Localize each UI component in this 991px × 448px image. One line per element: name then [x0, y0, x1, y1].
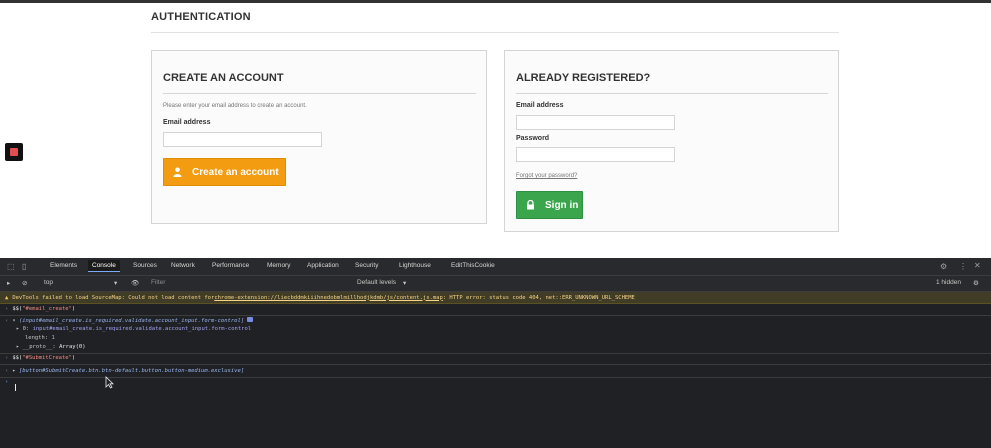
devtools-panel: ⬚ ▯ Elements Console Sources Network Per…	[0, 258, 991, 448]
close-icon[interactable]: ✕	[974, 261, 981, 270]
console-divider	[0, 353, 991, 354]
log-levels-dropdown[interactable]: Default levels	[357, 279, 396, 286]
devtools-tabbar: ⬚ ▯ Elements Console Sources Network Per…	[0, 258, 991, 276]
console-prompt-line[interactable]: ›	[5, 379, 12, 385]
input-prompt-icon: ›	[5, 306, 9, 312]
console-divider	[0, 377, 991, 378]
active-prompt-icon: ›	[5, 379, 9, 385]
text-caret	[15, 384, 16, 391]
console-toolbar: ▸ ⊘ top ▾ 👁 Filter Default levels ▾ 1 hi…	[0, 276, 991, 292]
page-title: AUTHENTICATION	[151, 11, 251, 23]
output-prompt-icon: ‹	[5, 368, 9, 374]
context-selector[interactable]: top	[44, 279, 53, 286]
login-panel: ALREADY REGISTERED? Email address Passwo…	[504, 50, 839, 232]
warning-prefix: DevTools failed to load SourceMap: Could…	[12, 294, 215, 301]
warning-source-link[interactable]: chrome-extension://liecbddmkiiihnedobmlm…	[214, 295, 442, 301]
console-result-line[interactable]: ‹ ▸ [button#SubmitCreate.btn.btn-default.…	[5, 368, 244, 374]
settings-gear-icon[interactable]: ⚙	[940, 262, 947, 271]
login-email-label: Email address	[516, 102, 564, 109]
console-input-line: › $$("#SubmitCreate")	[5, 355, 75, 361]
tab-application[interactable]: Application	[307, 262, 339, 269]
tab-elements[interactable]: Elements	[50, 262, 77, 269]
create-account-button[interactable]: Create an account	[163, 158, 286, 186]
cmd-argument: "#email_create"	[22, 306, 72, 312]
proto-value: Array(0)	[59, 344, 86, 350]
login-heading: ALREADY REGISTERED?	[516, 72, 651, 84]
inspect-element-icon[interactable]: ⬚	[7, 262, 15, 271]
login-divider	[516, 93, 828, 94]
create-account-panel: CREATE AN ACCOUNT Please enter your emai…	[151, 50, 487, 224]
console-result-line[interactable]: ‹ ▾ (input#email_create.is_required.valid…	[5, 317, 254, 324]
device-toolbar-icon[interactable]: ▯	[22, 262, 26, 271]
cmd-function: $$(	[12, 306, 23, 312]
create-account-button-label: Create an account	[192, 166, 279, 178]
mouse-pointer-icon	[105, 376, 114, 389]
console-warning-message: ▲ DevTools failed to load SourceMap: Cou…	[0, 292, 991, 304]
top-strip	[0, 0, 991, 3]
tab-memory[interactable]: Memory	[267, 262, 290, 269]
user-icon	[164, 167, 190, 177]
console-divider	[0, 364, 991, 365]
title-divider	[151, 32, 839, 33]
cmd-close: )	[71, 306, 76, 312]
length-key: length:	[25, 335, 49, 341]
info-badge-icon	[247, 317, 254, 322]
forgot-password-link[interactable]: Forgot your password?	[516, 173, 577, 179]
proto-expand-icon[interactable]: ▸	[16, 344, 23, 350]
console-divider	[0, 315, 991, 316]
filter-input[interactable]: Filter	[151, 279, 165, 286]
recording-indicator[interactable]	[5, 143, 23, 161]
expand-arrow-icon[interactable]: ▸	[12, 368, 19, 374]
expand-arrow-icon[interactable]: ▾	[12, 318, 19, 324]
tab-console[interactable]: Console	[88, 260, 120, 272]
item-index: 0:	[22, 326, 30, 332]
login-password-label: Password	[516, 135, 550, 142]
input-prompt-icon: ›	[5, 355, 9, 361]
levels-dropdown-icon[interactable]: ▾	[403, 279, 406, 287]
console-settings-icon[interactable]: ⚙	[973, 279, 979, 287]
lock-icon	[517, 200, 543, 210]
more-options-icon[interactable]: ⋮	[959, 262, 967, 271]
live-expression-eye-icon[interactable]: 👁	[131, 279, 139, 287]
array-proto[interactable]: ▸ __proto__: Array(0)	[16, 344, 86, 350]
cmd-close: )	[71, 355, 76, 361]
warning-suffix: : HTTP error: status code 404, net::ERR_…	[442, 294, 635, 301]
context-dropdown-icon[interactable]: ▾	[114, 279, 117, 287]
output-prompt-icon: ‹	[5, 318, 9, 324]
result-array: [button#SubmitCreate.btn.btn-default.but…	[18, 368, 245, 374]
tab-lighthouse[interactable]: Lighthouse	[399, 262, 431, 269]
array-length: length: 1	[25, 335, 55, 341]
login-email-input[interactable]	[516, 115, 675, 130]
proto-key: __proto__:	[22, 344, 56, 350]
item-value: input#email_create.is_required.validate.…	[32, 326, 252, 332]
sign-in-button[interactable]: Sign in	[516, 191, 583, 219]
login-password-input[interactable]	[516, 147, 675, 162]
item-expand-icon[interactable]: ▸	[16, 326, 23, 332]
create-account-hint: Please enter your email address to creat…	[163, 103, 307, 109]
screen: AUTHENTICATION CREATE AN ACCOUNT Please …	[0, 0, 991, 448]
tab-editthiscookie[interactable]: EditThisCookie	[451, 262, 495, 269]
create-account-heading: CREATE AN ACCOUNT	[163, 72, 284, 84]
cmd-argument: "#SubmitCreate"	[22, 355, 72, 361]
tab-network[interactable]: Network	[171, 262, 195, 269]
cmd-function: $$(	[12, 355, 23, 361]
tab-performance[interactable]: Performance	[212, 262, 249, 269]
sign-in-button-label: Sign in	[545, 199, 579, 211]
length-value: 1	[51, 335, 55, 341]
hidden-messages-count: 1 hidden	[936, 279, 961, 286]
record-stop-icon	[10, 148, 18, 156]
create-account-divider	[163, 93, 476, 94]
tab-sources[interactable]: Sources	[133, 262, 157, 269]
result-array: (input#email_create.is_required.validate…	[18, 318, 245, 324]
sidebar-toggle-icon[interactable]: ▸	[7, 279, 10, 287]
array-item[interactable]: ▸ 0: input#email_create.is_required.vali…	[16, 326, 251, 332]
console-input-line: › $$("#email_create")	[5, 306, 75, 312]
create-email-input[interactable]	[163, 132, 322, 147]
warning-icon: ▲	[5, 294, 9, 301]
tab-security[interactable]: Security	[355, 262, 378, 269]
create-email-label: Email address	[163, 119, 211, 126]
clear-console-icon[interactable]: ⊘	[22, 279, 27, 287]
